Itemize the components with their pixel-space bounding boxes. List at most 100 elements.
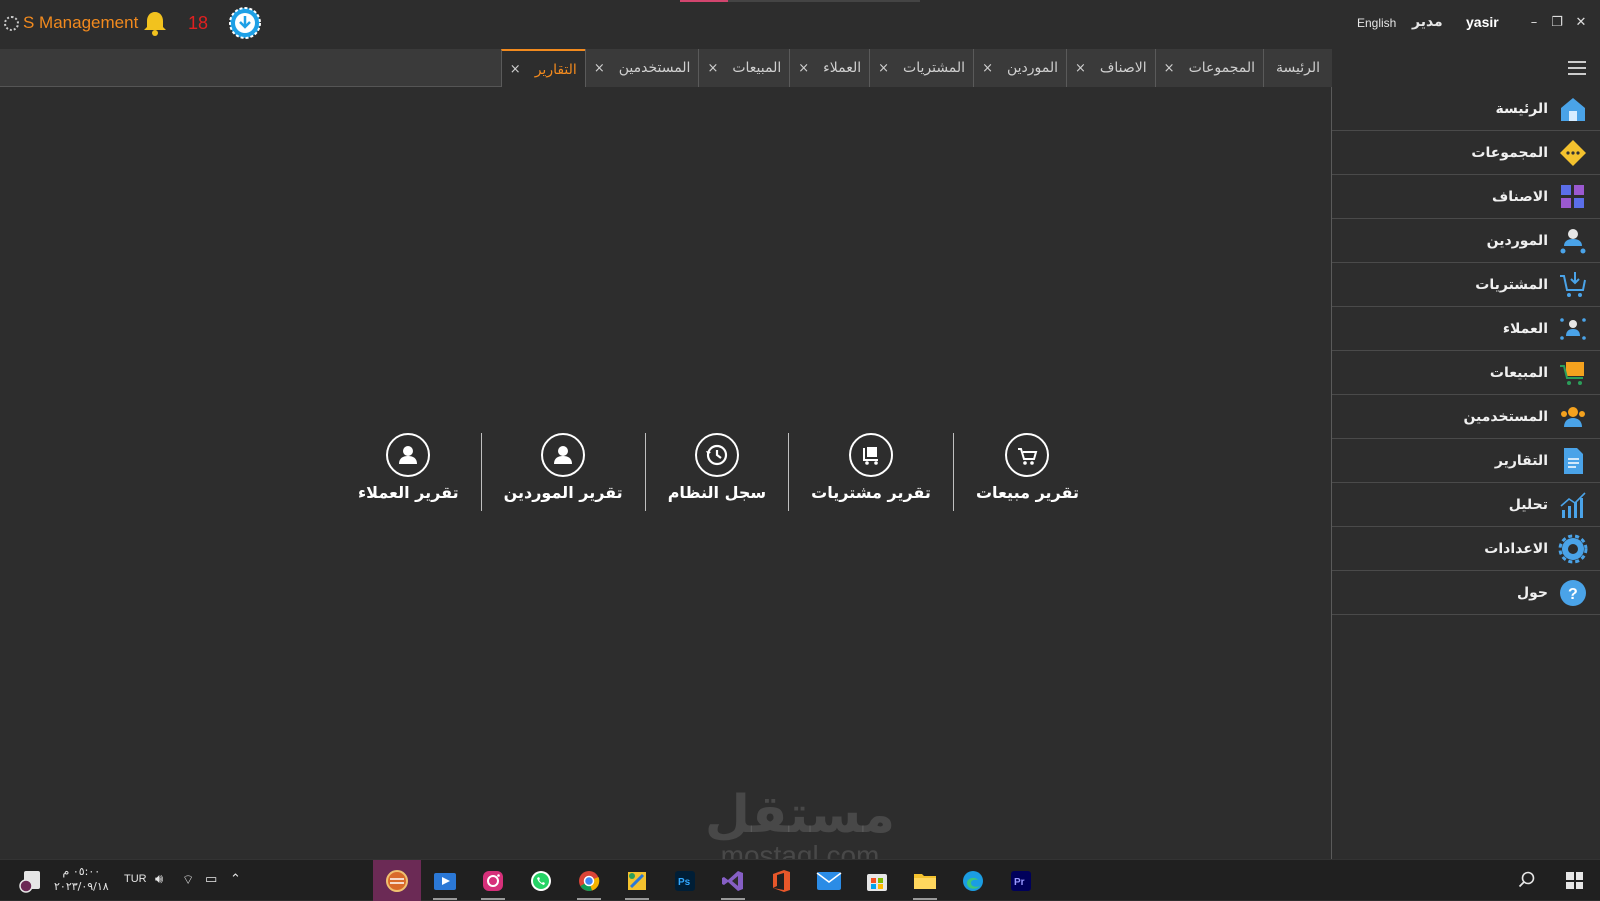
groups-icon xyxy=(1558,138,1588,168)
windows-start-icon[interactable] xyxy=(1566,872,1583,889)
app-brand: S Management xyxy=(4,13,138,33)
tab-close-icon[interactable]: × xyxy=(798,61,809,76)
watermark: مستقل mostaql.com xyxy=(700,787,900,870)
office-icon[interactable] xyxy=(757,860,805,901)
app-window: S Management 18 English مدير yasir – ❐ ✕… xyxy=(0,0,1600,870)
user-icon xyxy=(541,433,586,477)
sidebar-item-6[interactable]: العملاء xyxy=(1332,307,1600,351)
snip-tool-icon[interactable] xyxy=(613,860,661,901)
battery-icon[interactable]: ▭ xyxy=(205,872,217,887)
report-label: تقرير مشتريات xyxy=(811,483,931,502)
reports-panel: تقرير مبيعات تقرير مشتريات سجل النظام تقرير… xyxy=(0,87,1332,870)
tab-2[interactable]: المجموعات × xyxy=(1154,49,1263,87)
user-icon xyxy=(386,433,431,477)
sidebar-item-12[interactable]: ? حول xyxy=(1332,571,1600,615)
sidebar-item-2[interactable]: المجموعات xyxy=(1332,131,1600,175)
tab-close-icon[interactable]: × xyxy=(878,61,889,76)
premiere-icon[interactable]: Pr xyxy=(997,860,1045,901)
report-label: تقرير العملاء xyxy=(358,483,459,502)
sidebar-item-label: الموردين xyxy=(1486,232,1548,249)
tab-1[interactable]: الرئيسة xyxy=(1263,49,1332,87)
volume-icon[interactable]: 🔊︎ xyxy=(155,872,163,887)
report-button-2[interactable]: تقرير مشتريات xyxy=(789,433,953,511)
sidebar-item-label: المجموعات xyxy=(1471,144,1548,161)
minimize-button[interactable]: – xyxy=(1525,14,1543,32)
sidebar-menu: الرئيسة المجموعات الاصناف الموردين المشتريات… xyxy=(1332,87,1600,615)
sidebar-item-1[interactable]: الرئيسة xyxy=(1332,87,1600,131)
hamburger-menu-icon[interactable] xyxy=(1568,61,1586,75)
input-language[interactable]: TUR xyxy=(124,873,147,885)
home-icon xyxy=(1558,94,1588,124)
username[interactable]: yasir xyxy=(1466,14,1499,30)
help-icon: ? xyxy=(1558,578,1588,608)
store-icon[interactable] xyxy=(853,860,901,901)
restore-button[interactable]: ❐ xyxy=(1548,14,1566,32)
title-accent-bar xyxy=(680,0,920,2)
system-clock[interactable]: ٠٥:٠٠ م ٢٠٢٣/٠٩/١٨ xyxy=(54,864,109,894)
tab-label: التقارير xyxy=(534,61,577,78)
tab-close-icon[interactable]: × xyxy=(510,62,521,77)
report-button-3[interactable]: سجل النظام xyxy=(646,433,788,511)
visual-studio-icon[interactable] xyxy=(709,860,757,901)
sidebar-item-3[interactable]: الاصناف xyxy=(1332,175,1600,219)
sidebar-item-4[interactable]: الموردين xyxy=(1332,219,1600,263)
report-label: سجل النظام xyxy=(667,483,767,502)
gear-logo-icon xyxy=(4,15,19,31)
edge-icon[interactable] xyxy=(949,860,997,901)
sidebar-item-label: الاصناف xyxy=(1492,188,1548,205)
search-icon[interactable] xyxy=(1518,871,1536,889)
tab-close-icon[interactable]: × xyxy=(1164,61,1175,76)
wifi-icon[interactable]: ⌔ xyxy=(182,872,194,888)
history-icon xyxy=(694,433,739,477)
tab-label: الموردين xyxy=(1006,60,1058,76)
tab-6[interactable]: العملاء × xyxy=(789,49,870,87)
photoshop-icon[interactable]: Ps xyxy=(661,860,709,901)
sidebar-item-5[interactable]: المشتريات xyxy=(1332,263,1600,307)
tab-close-icon[interactable]: × xyxy=(594,61,605,76)
suppliers-icon xyxy=(1558,226,1588,256)
tab-label: الاصناف xyxy=(1099,60,1147,76)
report-button-4[interactable]: تقرير الموردين xyxy=(482,433,645,511)
chevron-up-icon[interactable]: ⌃ xyxy=(230,872,241,887)
app-s-management-icon[interactable] xyxy=(373,860,421,901)
tab-5[interactable]: المشتريات × xyxy=(869,49,974,87)
taskbar-apps: Ps Pr xyxy=(373,860,1045,901)
download-icon[interactable] xyxy=(228,6,262,40)
tab-9[interactable]: التقارير × xyxy=(500,49,585,88)
widgets-icon[interactable] xyxy=(18,868,44,894)
language-switch[interactable]: English xyxy=(1357,16,1396,30)
tab-close-icon[interactable]: × xyxy=(1075,61,1086,76)
bell-icon[interactable] xyxy=(140,8,170,38)
report-options: تقرير مبيعات تقرير مشتريات سجل النظام تقرير… xyxy=(336,433,1101,511)
tab-label: المستخدمين xyxy=(618,60,691,76)
report-button-5[interactable]: تقرير العملاء xyxy=(336,433,481,511)
sidebar-item-8[interactable]: المستخدمين xyxy=(1332,395,1600,439)
svg-text:?: ? xyxy=(1568,586,1578,603)
tab-7[interactable]: المبيعات × xyxy=(698,49,790,87)
tab-4[interactable]: الموردين × xyxy=(973,49,1066,87)
app-title: S Management xyxy=(23,13,139,32)
tab-8[interactable]: المستخدمين × xyxy=(584,49,699,87)
chrome-icon[interactable] xyxy=(565,860,613,901)
file-explorer-icon[interactable] xyxy=(901,860,949,901)
sidebar-item-10[interactable]: تحليل xyxy=(1332,483,1600,527)
media-player-icon[interactable] xyxy=(421,860,469,901)
sidebar-item-11[interactable]: الاعدادات xyxy=(1332,527,1600,571)
tab-close-icon[interactable]: × xyxy=(982,61,993,76)
whatsapp-icon[interactable] xyxy=(517,860,565,901)
sidebar-item-label: الرئيسة xyxy=(1495,100,1548,117)
report-button-1[interactable]: تقرير مبيعات xyxy=(954,433,1101,511)
instagram-icon[interactable] xyxy=(469,860,517,901)
categories-icon xyxy=(1558,182,1588,212)
mail-icon[interactable] xyxy=(805,860,853,901)
tab-close-icon[interactable]: × xyxy=(707,61,718,76)
clock-date: ٢٠٢٣/٠٩/١٨ xyxy=(54,880,109,893)
tab-label: الرئيسة xyxy=(1276,60,1320,76)
close-button[interactable]: ✕ xyxy=(1572,14,1590,32)
tab-3[interactable]: الاصناف × xyxy=(1066,49,1155,87)
sidebar-item-9[interactable]: التقارير xyxy=(1332,439,1600,483)
notification-count: 18 xyxy=(188,13,209,33)
sidebar-item-label: المشتريات xyxy=(1475,276,1548,293)
sidebar-item-7[interactable]: المبيعات xyxy=(1332,351,1600,395)
sidebar-item-label: حول xyxy=(1516,584,1548,601)
